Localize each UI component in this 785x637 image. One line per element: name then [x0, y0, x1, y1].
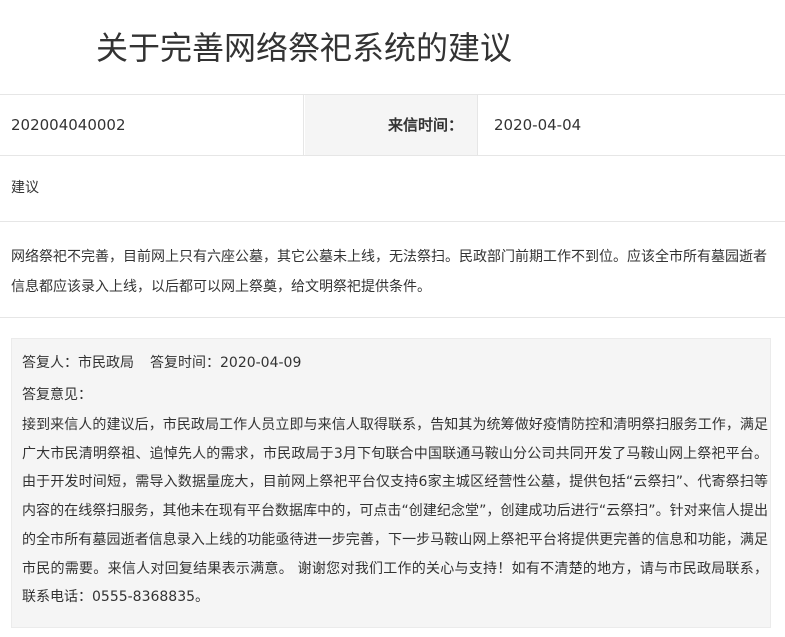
letter-id: 202004040002 — [0, 95, 304, 155]
reply-responder: 答复人：市民政局 — [22, 355, 134, 371]
divider-category — [0, 221, 785, 222]
divider-content — [0, 317, 785, 318]
letter-date-label: 来信时间： — [305, 95, 478, 155]
reply-body: 接到来信人的建议后，市民政局工作人员立即与来信人取得联系，告知其为统筹做好疫情防… — [22, 417, 768, 606]
letter-meta-row: 202004040002 来信时间： 2020-04-04 — [0, 95, 785, 155]
page-title: 关于完善网络祭祀系统的建议 — [96, 29, 513, 67]
reply-panel: 答复人：市民政局 答复时间：2020-04-09 答复意见： 接到来信人的建议后，… — [11, 338, 771, 628]
letter-content: 网络祭祀不完善，目前网上只有六座公墓，其它公墓未上线，无法祭扫。民政部门前期工作… — [11, 249, 767, 295]
divider-meta — [0, 155, 785, 156]
reply-opinion-label: 答复意见： — [22, 387, 92, 403]
reply-header: 答复人：市民政局 答复时间：2020-04-09 — [22, 351, 301, 375]
letter-category: 建议 — [11, 180, 39, 196]
reply-time: 答复时间：2020-04-09 — [150, 355, 302, 371]
letter-date-value: 2020-04-04 — [494, 116, 582, 134]
